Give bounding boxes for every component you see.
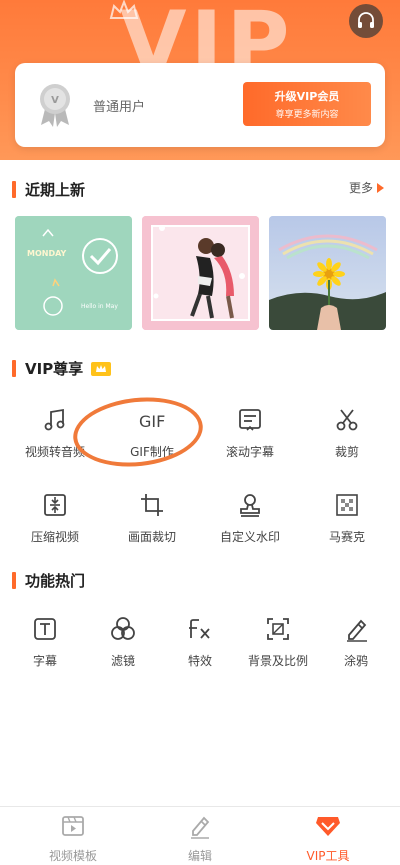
tool-label: 自定义水印 [219,530,280,544]
tool-subtitle[interactable]: 字幕 [5,614,85,669]
thumb-3-artwork [269,216,386,330]
section-recent-title: 近期上新 [12,179,85,200]
tool-background-ratio[interactable]: 背景及比例 [238,614,318,669]
more-link[interactable]: 更多 [349,179,385,196]
tool-scrolling-subtitle[interactable]: 滚动字幕 [210,405,290,460]
tool-gif-maker[interactable]: GIF GIF制作 [112,405,192,460]
customer-service-button[interactable] [349,4,383,38]
tab-label: VIP工具 [306,849,350,863]
tab-vip-tools[interactable]: VIP工具 [268,813,388,864]
tab-label: 编辑 [187,849,212,863]
vip-badge-icon: V [40,84,70,127]
tool-compress-video[interactable]: 压缩视频 [15,490,95,545]
recent-thumb-3[interactable] [269,216,386,330]
edit-icon [191,816,210,839]
svg-text:V: V [51,95,59,106]
tool-label: 视频转音频 [24,445,85,459]
tool-label: 字幕 [32,654,57,668]
recent-thumb-1[interactable]: MONDAY Hello in May [15,216,132,330]
section-vip-label: VIP尊享 [25,360,84,378]
bottom-tab-bar: 视频模板 编辑 VIP工具 [0,806,400,865]
crop-icon [141,494,163,516]
tab-edit[interactable]: 编辑 [140,813,260,864]
headset-icon [358,12,374,28]
member-card: V 普通用户 升级VIP会员 尊享更多新内容 [15,63,385,147]
tool-label: 压缩视频 [30,530,79,544]
section-hot-label: 功能热门 [25,572,86,590]
upgrade-vip-button[interactable]: 升级VIP会员 尊享更多新内容 [243,82,371,126]
filter-icon [111,617,135,640]
tool-doodle[interactable]: 涂鸦 [316,614,396,669]
tool-frame-crop[interactable]: 画面裁切 [112,490,192,545]
tool-video-to-audio[interactable]: 视频转音频 [15,405,95,460]
tool-label: GIF制作 [130,445,174,459]
section-recent-label: 近期上新 [25,181,86,199]
thumb-1-text-1: MONDAY [27,249,67,258]
tool-effects[interactable]: 特效 [160,614,240,669]
tool-mosaic[interactable]: 马赛克 [307,490,387,545]
tool-label: 马赛克 [328,530,365,544]
video-template-icon [62,816,84,836]
aspect-ratio-icon [267,618,289,640]
tool-custom-watermark[interactable]: 自定义水印 [210,490,290,545]
vip-tools-icon [316,817,340,836]
doodle-icon [347,619,367,642]
section-bar [12,572,16,589]
mosaic-icon [336,494,358,516]
section-vip-title: VIP尊享 [12,358,112,379]
fx-icon [189,619,210,639]
text-icon [34,618,56,640]
tool-filter[interactable]: 滤镜 [83,614,163,669]
tool-label: 滤镜 [110,654,135,668]
tool-trim[interactable]: 裁剪 [307,405,387,460]
section-bar [12,360,16,377]
upgrade-subtitle: 尊享更多新内容 [275,110,339,120]
svg-text:GIF: GIF [139,412,165,431]
tool-label: 背景及比例 [247,654,308,668]
compress-icon [44,494,66,516]
tab-video-template[interactable]: 视频模板 [13,813,133,864]
vip-crown-icon [91,361,112,376]
recent-thumb-2[interactable] [142,216,259,330]
tool-label: 特效 [187,654,212,668]
scissors-icon [336,409,358,431]
section-bar [12,181,16,198]
upgrade-title: 升级VIP会员 [274,90,340,103]
section-hot-title: 功能热门 [12,570,85,591]
tool-label: 滚动字幕 [225,445,274,459]
thumb-1-text-2: Hello in May [81,303,118,310]
arrow-right-icon [377,182,385,193]
user-type-label: 普通用户 [93,100,146,115]
gif-icon: GIF [139,412,165,431]
music-note-icon [44,408,65,431]
thumb-2-artwork [142,216,259,330]
tool-label: 涂鸦 [343,654,368,668]
scroll-subtitle-icon [239,409,261,431]
tool-label: 裁剪 [334,445,359,459]
thumb-1-artwork: MONDAY Hello in May [15,216,132,330]
tab-label: 视频模板 [48,849,97,863]
stamp-icon [240,494,260,517]
tool-label: 画面裁切 [127,530,176,544]
more-label: 更多 [349,181,374,195]
